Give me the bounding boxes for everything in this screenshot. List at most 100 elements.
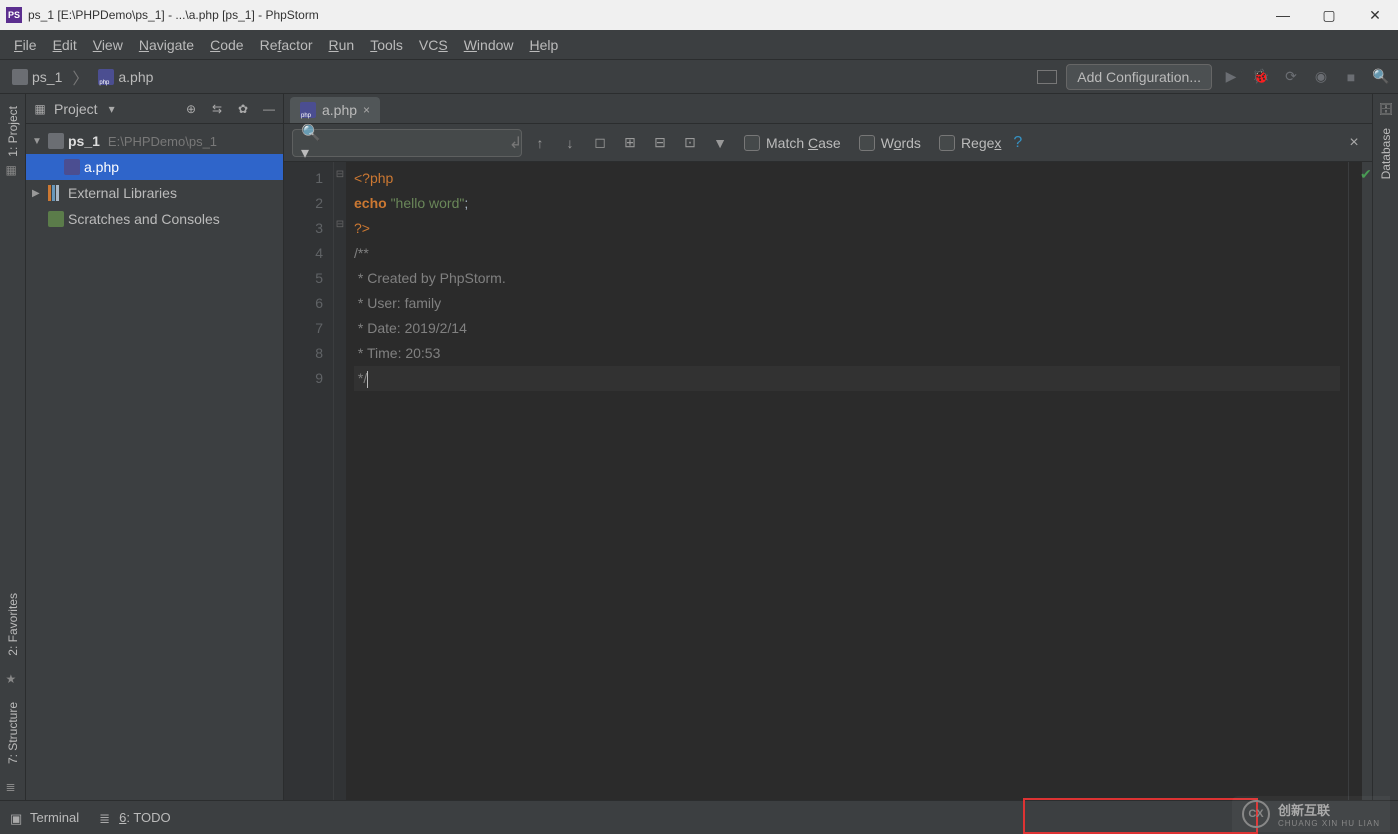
close-button[interactable]: ✕ <box>1352 0 1398 30</box>
coverage-icon[interactable]: ⟳ <box>1280 66 1302 88</box>
folder-icon <box>48 133 64 149</box>
code-line[interactable]: */ <box>354 366 1340 391</box>
toggle-selection-icon[interactable]: ⊡ <box>678 131 702 155</box>
tree-scratches[interactable]: Scratches and Consoles <box>26 206 283 232</box>
todo-button[interactable]: ≣ 6: TODO <box>99 810 171 825</box>
project-tree: ▼ ps_1 E:\PHPDemo\ps_1 a.php ▶ External … <box>26 124 283 236</box>
tool-project-tab[interactable]: 1: Project <box>6 100 20 163</box>
tree-external-libraries[interactable]: ▶ External Libraries <box>26 180 283 206</box>
next-match-icon[interactable]: ↓ <box>558 131 582 155</box>
collapse-icon[interactable]: ⇆ <box>209 101 225 117</box>
code-editor[interactable]: 123456789 ⊟⊟ <?phpecho "hello word";?>/*… <box>284 162 1372 800</box>
titlebar: PS ps_1 [E:\PHPDemo\ps_1] - ...\a.php [p… <box>0 0 1398 30</box>
code-line[interactable]: ?> <box>354 216 1340 241</box>
marker-strip <box>1348 162 1362 800</box>
folder-icon <box>12 69 28 85</box>
tool-structure-tab[interactable]: 7: Structure <box>6 696 20 770</box>
project-view-selector[interactable]: ▦ Project ▾ <box>32 101 120 117</box>
menu-help[interactable]: Help <box>522 33 567 57</box>
menu-run[interactable]: Run <box>321 33 363 57</box>
main-area: 1: Project ▦ 2: Favorites ★ 7: Structure… <box>0 94 1398 800</box>
expand-icon[interactable]: ▶ <box>32 188 44 199</box>
hide-icon[interactable]: — <box>261 101 277 117</box>
stop-icon[interactable]: ■ <box>1340 66 1362 88</box>
breadcrumb-file[interactable]: a.php <box>92 67 159 87</box>
menu-navigate[interactable]: Navigate <box>131 33 202 57</box>
php-file-icon <box>64 159 80 175</box>
code-line[interactable]: * Created by PhpStorm. <box>354 266 1340 291</box>
code-content[interactable]: <?phpecho "hello word";?>/** * Created b… <box>346 162 1348 800</box>
php-file-icon <box>98 69 114 85</box>
settings-icon[interactable]: ✿ <box>235 101 251 117</box>
run-target-icon[interactable] <box>1036 66 1058 88</box>
remove-selection-icon[interactable]: ⊟ <box>648 131 672 155</box>
tool-favorites-tab[interactable]: 2: Favorites <box>6 587 20 662</box>
tool-project-icon: ▦ <box>6 163 20 177</box>
debug-icon[interactable]: 🐞 <box>1250 66 1272 88</box>
fold-column: ⊟⊟ <box>334 162 346 800</box>
breadcrumbs: ps_1 〉 a.php <box>6 65 159 89</box>
regex-checkbox[interactable]: Regex <box>939 135 1001 151</box>
annotation-highlight <box>1023 798 1258 834</box>
breadcrumb-file-label: a.php <box>118 69 153 85</box>
watermark-brand: 创新互联 <box>1278 800 1380 819</box>
menu-view[interactable]: View <box>85 33 131 57</box>
project-view-label: Project <box>54 101 98 117</box>
tool-database-tab[interactable]: Database <box>1379 122 1393 185</box>
tab-close-icon[interactable]: × <box>363 103 370 117</box>
filter-icon[interactable]: ▼ <box>708 131 732 155</box>
prev-match-icon[interactable]: ↑ <box>528 131 552 155</box>
code-line[interactable]: * Date: 2019/2/14 <box>354 316 1340 341</box>
menu-tools[interactable]: Tools <box>362 33 411 57</box>
watermark: CX 创新互联 CHUANG XIN HU LIAN <box>1232 796 1390 832</box>
code-line[interactable]: * Time: 20:53 <box>354 341 1340 366</box>
find-input[interactable] <box>327 135 503 150</box>
database-icon: 🗄 <box>1379 102 1393 116</box>
project-view-icon: ▦ <box>32 101 48 117</box>
select-all-icon[interactable]: ◻ <box>588 131 612 155</box>
add-selection-icon[interactable]: ⊞ <box>618 131 642 155</box>
checkbox-icon <box>744 135 760 151</box>
menu-refactor[interactable]: Refactor <box>252 33 321 57</box>
inspection-ok-icon: ✔ <box>1360 166 1372 183</box>
run-configuration-button[interactable]: Add Configuration... <box>1066 64 1212 90</box>
star-icon: ★ <box>6 672 20 686</box>
menu-window[interactable]: Window <box>456 33 522 57</box>
find-close-icon[interactable]: × <box>1344 134 1364 152</box>
menu-code[interactable]: Code <box>202 33 251 57</box>
breadcrumb-project[interactable]: ps_1 <box>6 67 68 87</box>
terminal-button[interactable]: ▣ Terminal <box>10 810 79 825</box>
minimize-button[interactable]: — <box>1260 0 1306 30</box>
match-case-checkbox[interactable]: Match Case <box>744 135 841 151</box>
code-line[interactable]: echo "hello word"; <box>354 191 1340 216</box>
line-numbers: 123456789 <box>284 162 334 800</box>
tree-file[interactable]: a.php <box>26 154 283 180</box>
menu-edit[interactable]: Edit <box>45 33 85 57</box>
find-input-wrapper[interactable]: 🔍▾ ↲ <box>292 129 522 157</box>
expand-icon[interactable]: ▼ <box>32 136 44 147</box>
locate-icon[interactable]: ⊕ <box>183 101 199 117</box>
tree-file-name: a.php <box>84 159 119 175</box>
code-line[interactable]: /** <box>354 241 1340 266</box>
run-icon[interactable]: ▶ <box>1220 66 1242 88</box>
editor-tab[interactable]: a.php × <box>290 97 380 123</box>
tree-scratches-label: Scratches and Consoles <box>68 211 220 227</box>
window-controls: — ▢ ✕ <box>1260 0 1398 30</box>
search-everywhere-icon[interactable]: 🔍 <box>1370 66 1392 88</box>
words-checkbox[interactable]: Words <box>859 135 921 151</box>
checkbox-icon <box>939 135 955 151</box>
menu-vcs[interactable]: VCS <box>411 33 456 57</box>
right-tool-gutter: 🗄 Database <box>1372 94 1398 800</box>
checkbox-icon <box>859 135 875 151</box>
menu-file[interactable]: File <box>6 33 45 57</box>
tree-root[interactable]: ▼ ps_1 E:\PHPDemo\ps_1 <box>26 128 283 154</box>
maximize-button[interactable]: ▢ <box>1306 0 1352 30</box>
find-help-icon[interactable]: ? <box>1013 134 1022 152</box>
todo-label: 6: TODO <box>119 810 171 825</box>
project-toolbar: ▦ Project ▾ ⊕ ⇆ ✿ — <box>26 94 283 124</box>
match-case-label: Match Case <box>766 135 841 151</box>
app-icon: PS <box>6 7 22 23</box>
code-line[interactable]: <?php <box>354 166 1340 191</box>
code-line[interactable]: * User: family <box>354 291 1340 316</box>
profile-icon[interactable]: ◉ <box>1310 66 1332 88</box>
